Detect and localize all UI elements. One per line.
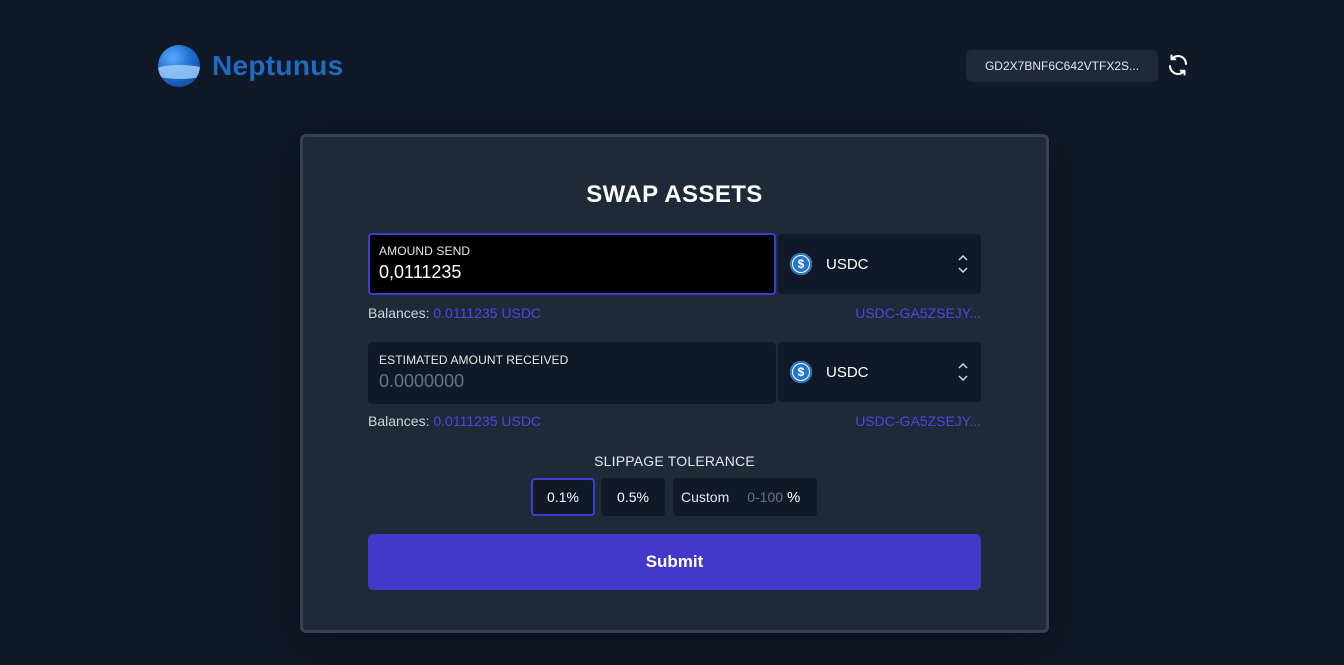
- send-asset-link[interactable]: USDC-GA5ZSEJY...: [855, 305, 981, 323]
- amount-send-field[interactable]: AMOUND SEND 0,0111235: [368, 233, 776, 295]
- chevron-updown-icon: [957, 363, 969, 381]
- amount-send-label: AMOUND SEND: [379, 244, 471, 258]
- slippage-custom-label[interactable]: Custom: [681, 489, 729, 505]
- usdc-icon: $: [790, 253, 812, 275]
- receive-balance-label: Balances:: [368, 413, 430, 429]
- estimated-received-field[interactable]: ESTIMATED AMOUNT RECEIVED 0.0000000: [368, 342, 776, 404]
- amount-send-input[interactable]: 0,0111235: [379, 262, 765, 283]
- slippage-percent-suffix: %: [787, 488, 801, 506]
- swap-card: SWAP ASSETS AMOUND SEND 0,0111235 $ USDC…: [300, 134, 1049, 633]
- slippage-option-0-5[interactable]: 0.5%: [601, 478, 665, 516]
- slippage-custom[interactable]: Custom 0-100 %: [673, 478, 817, 516]
- wallet-address-button[interactable]: GD2X7BNF6C642VTFX2S...: [966, 50, 1158, 82]
- chevron-updown-icon: [957, 255, 969, 273]
- page-title: SWAP ASSETS: [586, 181, 763, 208]
- estimated-received-label: ESTIMATED AMOUNT RECEIVED: [379, 353, 569, 367]
- brand-name: Neptunus: [212, 50, 344, 81]
- send-balance: Balances: 0.0111235 USDC: [368, 305, 541, 323]
- slippage-custom-input[interactable]: 0-100: [747, 489, 783, 505]
- refresh-icon[interactable]: [1166, 53, 1190, 77]
- neptunus-logo-icon: [158, 45, 200, 87]
- send-token-select[interactable]: $ USDC: [778, 234, 981, 294]
- estimated-received-input[interactable]: 0.0000000: [379, 371, 765, 392]
- receive-asset-link[interactable]: USDC-GA5ZSEJY...: [855, 413, 981, 431]
- wallet-address: GD2X7BNF6C642VTFX2S...: [984, 59, 1140, 73]
- slippage-option-0-1[interactable]: 0.1%: [531, 478, 595, 516]
- send-balance-value[interactable]: 0.0111235 USDC: [433, 305, 541, 321]
- receive-token-name: USDC: [826, 363, 869, 381]
- send-balance-label: Balances:: [368, 305, 430, 321]
- receive-token-select[interactable]: $ USDC: [778, 342, 981, 402]
- receive-balance-value[interactable]: 0.0111235 USDC: [433, 413, 541, 429]
- slippage-title: SLIPPAGE TOLERANCE: [594, 453, 755, 469]
- brand-logo[interactable]: Neptunus: [158, 45, 344, 87]
- receive-balance-row: Balances: 0.0111235 USDC USDC-GA5ZSEJY..…: [368, 413, 981, 431]
- send-balance-row: Balances: 0.0111235 USDC USDC-GA5ZSEJY..…: [368, 305, 981, 323]
- send-token-name: USDC: [826, 255, 869, 273]
- submit-button[interactable]: Submit: [368, 534, 981, 590]
- usdc-icon: $: [790, 361, 812, 383]
- receive-balance: Balances: 0.0111235 USDC: [368, 413, 541, 431]
